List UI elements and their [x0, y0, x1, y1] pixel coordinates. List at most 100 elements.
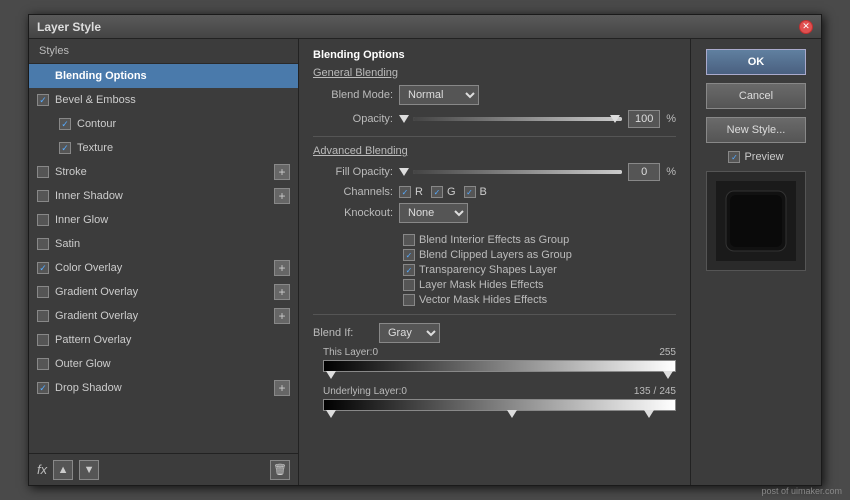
blend-clipped-row: ✓ Blend Clipped Layers as Group	[313, 249, 676, 261]
list-item-bevel-emboss[interactable]: ✓ Bevel & Emboss	[29, 88, 298, 112]
underlying-layer-gradient-bar[interactable]	[323, 399, 676, 411]
opacity-value[interactable]	[628, 110, 660, 128]
fill-opacity-value[interactable]	[628, 163, 660, 181]
middle-panel: Blending Options General Blending Blend …	[299, 39, 691, 485]
channel-g-label: G	[447, 186, 456, 198]
channels-label: Channels:	[313, 186, 393, 198]
this-layer-thumb-left[interactable]	[326, 371, 336, 379]
underlying-sep: /	[654, 386, 657, 397]
list-item-inner-shadow[interactable]: Inner Shadow+	[29, 184, 298, 208]
checkbox-satin[interactable]	[37, 238, 49, 250]
underlying-layer-header: Underlying Layer: 0 135 / 245	[323, 386, 676, 397]
up-button[interactable]: ▲	[53, 460, 73, 480]
underlying-layer-thumb-left[interactable]	[326, 410, 336, 418]
dialog-body: Styles Blending Options✓Bevel & Emboss✓C…	[29, 39, 821, 485]
knockout-label: Knockout:	[313, 207, 393, 219]
ok-button[interactable]: OK	[706, 49, 806, 75]
transparency-check[interactable]: ✓	[403, 264, 415, 276]
fill-opacity-slider-container	[399, 168, 622, 176]
preview-image	[716, 181, 796, 261]
trash-button[interactable]: 🗑	[270, 460, 290, 480]
close-button[interactable]: ✕	[799, 20, 813, 34]
layer-mask-check[interactable]	[403, 279, 415, 291]
vector-mask-check[interactable]	[403, 294, 415, 306]
list-item-gradient-overlay-1[interactable]: Gradient Overlay +	[29, 280, 298, 304]
opacity-slider-thumb[interactable]	[610, 115, 620, 123]
list-item-label-gradient-overlay-2: Gradient Overlay	[55, 310, 270, 322]
list-item-label-inner-glow: Inner Glow	[55, 214, 290, 226]
blend-interior-check[interactable]	[403, 234, 415, 246]
checkbox-color-overlay[interactable]: ✓	[37, 262, 49, 274]
blend-clipped-label: Blend Clipped Layers as Group	[419, 249, 572, 261]
layer-mask-row: Layer Mask Hides Effects	[313, 279, 676, 291]
plus-btn-drop-shadow[interactable]: +	[274, 380, 290, 396]
plus-btn-stroke[interactable]: +	[274, 164, 290, 180]
checkbox-stroke[interactable]	[37, 166, 49, 178]
plus-btn-inner-shadow[interactable]: +	[274, 188, 290, 204]
blend-interior-row: Blend Interior Effects as Group	[313, 234, 676, 246]
list-item-label-outer-glow: Outer Glow	[55, 358, 290, 370]
preview-label: Preview	[744, 151, 783, 163]
list-item-label-contour: Contour	[77, 118, 290, 130]
channel-g-check[interactable]: ✓	[431, 186, 443, 198]
opacity-slider-container	[399, 115, 622, 123]
fill-percent: %	[666, 166, 676, 178]
advanced-blending-title: Advanced Blending	[313, 145, 676, 157]
list-item-contour[interactable]: ✓ Contour	[29, 112, 298, 136]
opacity-slider[interactable]	[413, 117, 622, 121]
list-item-label-gradient-overlay-1: Gradient Overlay	[55, 286, 270, 298]
checkbox-gradient-overlay-2[interactable]	[37, 310, 49, 322]
fill-opacity-slider[interactable]	[413, 170, 622, 174]
list-item-pattern-overlay[interactable]: Pattern Overlay	[29, 328, 298, 352]
list-item-blending-options[interactable]: Blending Options	[29, 64, 298, 88]
underlying-layer-thumb-right[interactable]	[644, 410, 654, 418]
blend-if-select[interactable]: Gray Red Green Blue	[379, 323, 440, 343]
this-layer-max: 255	[659, 347, 676, 358]
plus-btn-gradient-overlay-2[interactable]: +	[274, 308, 290, 324]
knockout-row: Knockout: None Shallow Deep	[313, 203, 676, 223]
checkbox-bevel-emboss[interactable]: ✓	[37, 94, 49, 106]
checkbox-texture[interactable]: ✓	[59, 142, 71, 154]
plus-btn-color-overlay[interactable]: +	[274, 260, 290, 276]
checkbox-pattern-overlay[interactable]	[37, 334, 49, 346]
transparency-label: Transparency Shapes Layer	[419, 264, 557, 276]
checkbox-outer-glow[interactable]	[37, 358, 49, 370]
blend-clipped-check[interactable]: ✓	[403, 249, 415, 261]
list-item-label-bevel-emboss: Bevel & Emboss	[55, 94, 290, 106]
list-item-outer-glow[interactable]: Outer Glow	[29, 352, 298, 376]
channel-r-check[interactable]: ✓	[399, 186, 411, 198]
this-layer-header: This Layer: 0 255	[323, 347, 676, 358]
down-button[interactable]: ▼	[79, 460, 99, 480]
underlying-layer-thumb-mid[interactable]	[507, 410, 517, 418]
preview-checkbox[interactable]: ✓	[728, 151, 740, 163]
cancel-button[interactable]: Cancel	[706, 83, 806, 109]
this-layer-label: This Layer:	[323, 347, 372, 358]
fill-opacity-row: Fill Opacity: %	[313, 163, 676, 181]
list-item-gradient-overlay-2[interactable]: Gradient Overlay +	[29, 304, 298, 328]
underlying-max: 245	[659, 386, 676, 397]
separator-2	[313, 314, 676, 315]
new-style-button[interactable]: New Style...	[706, 117, 806, 143]
this-layer-gradient-bar[interactable]	[323, 360, 676, 372]
blend-interior-label: Blend Interior Effects as Group	[419, 234, 569, 246]
blend-mode-select[interactable]: Normal Multiply Screen Overlay	[399, 85, 479, 105]
checkbox-inner-glow[interactable]	[37, 214, 49, 226]
list-item-color-overlay[interactable]: ✓Color Overlay+	[29, 256, 298, 280]
this-layer-thumb-right[interactable]	[663, 371, 673, 379]
underlying-mid: 135	[634, 386, 651, 397]
knockout-select[interactable]: None Shallow Deep	[399, 203, 468, 223]
list-item-satin[interactable]: Satin	[29, 232, 298, 256]
list-item-texture[interactable]: ✓Texture	[29, 136, 298, 160]
plus-btn-gradient-overlay-1[interactable]: +	[274, 284, 290, 300]
checkbox-drop-shadow[interactable]: ✓	[37, 382, 49, 394]
channel-b-check[interactable]: ✓	[464, 186, 476, 198]
checkbox-gradient-overlay-1[interactable]	[37, 286, 49, 298]
opacity-slider-thumb-left	[399, 115, 409, 123]
fill-opacity-slider-thumb-left	[399, 168, 409, 176]
list-item-stroke[interactable]: Stroke+	[29, 160, 298, 184]
checkbox-inner-shadow[interactable]	[37, 190, 49, 202]
list-item-inner-glow[interactable]: Inner Glow	[29, 208, 298, 232]
checkbox-contour[interactable]: ✓	[59, 118, 71, 130]
list-item-drop-shadow[interactable]: ✓Drop Shadow+	[29, 376, 298, 400]
fill-opacity-label: Fill Opacity:	[313, 166, 393, 178]
